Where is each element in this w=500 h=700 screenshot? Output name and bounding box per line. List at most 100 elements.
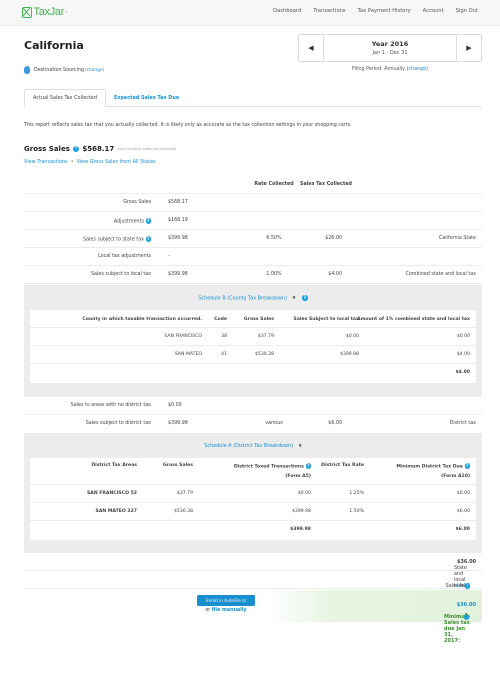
row-tax: $26.00	[325, 236, 342, 241]
schedule-a-panel: Schedule A (District Tax Breakdown) ▼ Di…	[24, 433, 482, 553]
taxjar-logo[interactable]: TaxJar ®	[22, 6, 67, 18]
row-note: Combined state and local tax	[405, 272, 476, 277]
view-all-states-link[interactable]: View Gross Sales from All States	[77, 159, 156, 165]
period-title: Year 2016	[371, 40, 409, 48]
district-row-subject: Sales subject to district tax $399.98 va…	[24, 415, 482, 433]
filing-period-change-link[interactable]: change	[408, 67, 426, 72]
gross-sales-links: View Transactions • View Gross Sales from …	[24, 159, 156, 165]
row-label: Sales subject to local tax	[91, 272, 151, 277]
payments-made-value[interactable]: $0.00	[456, 583, 470, 589]
total-district-taxed: $399.98	[290, 527, 311, 532]
schedule-b-panel: Schedule B (County Tax Breakdown) ▼ ? Co…	[24, 285, 482, 397]
table-row: SAN FRANCISCO 38 $37.79 $0.00 $0.00	[30, 328, 476, 346]
district-area: SAN FRANCISCO 52	[86, 491, 137, 496]
caret-down-icon[interactable]: ▼	[299, 443, 302, 448]
tab-actual-sales-tax-collected[interactable]: Actual Sales Tax Collected	[24, 89, 106, 107]
help-icon[interactable]: ?	[145, 218, 151, 224]
row-label: Adjustments ?	[114, 218, 151, 224]
help-icon[interactable]: ?	[463, 613, 469, 620]
gross-sales: $37.79	[257, 334, 274, 339]
tab-expected-sales-tax-due[interactable]: Expected Sales Tax Due	[106, 89, 187, 107]
taxjar-logo-icon	[22, 6, 32, 18]
county-header: County in which taxable transaction occu…	[82, 317, 202, 322]
summary-row-state-tax: Sales subject to state tax ? $399.98 6.5…	[24, 230, 482, 248]
combined-tax: $0.00	[456, 334, 470, 339]
sourcing-label: Destination Sourcing	[34, 68, 84, 73]
row-amount: $0.00	[168, 403, 182, 408]
filing-period: Filing Period: Annually (change)	[298, 67, 482, 72]
table-row: SAN FRANCISCO 52 $37.79 $0.00 1.25% $0.0…	[30, 485, 476, 503]
table-row: SAN MATEO 327 $530.38 $399.98 1.50% $6.0…	[30, 503, 476, 521]
filing-actions: Enroll in AutoFile ☑ or file manually Mi…	[24, 590, 482, 644]
table-row: SAN MATEO 41 $530.38 $399.98 $4.00	[30, 346, 476, 364]
enroll-autofile-button[interactable]: Enroll in AutoFile ☑	[197, 595, 255, 606]
previous-period-button[interactable]: ◀	[299, 35, 324, 61]
district-row-no-tax: Sales to areas with no district tax $0.0…	[24, 397, 482, 415]
gross-sales-note: (not including sales tax collected)	[117, 147, 177, 151]
help-icon[interactable]: ?	[72, 145, 80, 153]
row-amount: $568.17	[168, 200, 188, 205]
schedule-b-title: Schedule B (County Tax Breakdown) ▼ ?	[24, 295, 482, 301]
help-icon[interactable]: ?	[305, 463, 311, 469]
schedule-a-toggle[interactable]: Schedule A (District Tax Breakdown)	[204, 443, 293, 449]
gross-sales: $530.38	[255, 352, 274, 357]
row-amount: -	[168, 254, 170, 259]
form-a5-label: (Form A5)	[285, 474, 311, 479]
sales-subject-header: Sales Subject to local tax	[293, 317, 359, 322]
sales-subject: $0.00	[345, 334, 359, 339]
period-selector: ◀ Year 2016 Jan 1 - Dec 31 ▶	[298, 34, 482, 62]
gross-sales: $37.79	[176, 491, 193, 496]
gross-sales-header: Gross Sales	[243, 317, 274, 322]
file-manually-link[interactable]: file manually	[212, 608, 247, 613]
row-tax: $6.00	[328, 421, 342, 426]
row-label-text: Adjustments	[113, 219, 144, 225]
summary-row-gross-sales: Gross Sales $568.17	[24, 194, 482, 212]
file-manually-text: or file manually	[197, 608, 255, 613]
filing-period-label: Filing Period: Annually (	[352, 67, 409, 72]
sourcing-change-link[interactable]: (change)	[85, 68, 104, 73]
district-area: SAN MATEO 327	[95, 509, 137, 514]
district-taxed-header: District Taxed Transactions ?	[234, 463, 311, 469]
district-taxed-header-text: District Taxed Transactions	[233, 464, 304, 470]
schedule-b-table: County in which taxable transaction occu…	[30, 310, 476, 383]
destination-sourcing: Destination Sourcing (change)	[24, 65, 104, 74]
help-icon[interactable]: ?	[464, 463, 470, 469]
summary-row-local-adjustments: Local tax adjustments -	[24, 248, 482, 266]
nav-tax-payment-history[interactable]: Tax Payment History	[358, 8, 411, 14]
min-district-due: $0.00	[456, 491, 470, 496]
combined-tax: $4.00	[456, 352, 470, 357]
row-label: Sales subject to state tax ?	[83, 236, 151, 242]
period-display: Year 2016 Jan 1 - Dec 31	[324, 35, 456, 61]
view-transactions-link[interactable]: View Transactions	[24, 159, 68, 165]
help-icon[interactable]: ?	[302, 295, 308, 301]
caret-down-icon[interactable]: ▼	[293, 295, 296, 300]
nav-dashboard[interactable]: Dashboard	[273, 8, 301, 14]
gross-sales-heading: Gross Sales ? $568.17 (not including sal…	[24, 145, 176, 153]
nav-transactions[interactable]: Transactions	[313, 8, 345, 14]
minimum-due-banner: Minimum Sales tax due Jan 31, 2017: ? $36…	[267, 590, 482, 644]
row-amount: $168.19	[168, 218, 188, 223]
county-name: SAN FRANCISCO	[164, 334, 202, 339]
page-title: California	[24, 39, 84, 52]
row-label: Local tax adjustments	[98, 254, 151, 259]
county-name: SAN MATEO	[174, 352, 202, 357]
schedule-b-header-row: County in which taxable transaction occu…	[30, 310, 476, 328]
row-label: Sales subject to district tax	[85, 421, 151, 426]
help-icon[interactable]: ?	[145, 236, 151, 242]
schedule-a-title: Schedule A (District Tax Breakdown) ▼	[24, 443, 482, 449]
schedule-b-toggle[interactable]: Schedule B (County Tax Breakdown)	[198, 295, 287, 301]
row-label: Sales to areas with no district tax	[70, 403, 151, 408]
nav-sign-out[interactable]: Sign Out	[456, 8, 478, 14]
district-rate: 1.50%	[349, 509, 364, 514]
row-note: California State	[438, 236, 476, 241]
gross-sales-header: Gross Sales	[162, 463, 193, 468]
gross-sales-amount: $568.17	[82, 145, 115, 153]
triangle-right-icon: ▶	[466, 44, 472, 52]
nav-account[interactable]: Account	[423, 8, 444, 14]
min-district-due: $6.00	[456, 509, 470, 514]
minimum-due-value: $36.00	[456, 602, 476, 608]
summary-header-row: Rate Collected Sales Tax Collected	[24, 176, 482, 194]
schedule-b-total: $4.00	[455, 370, 470, 375]
sales-tax-collected-header: Sales Tax Collected	[300, 182, 352, 187]
next-period-button[interactable]: ▶	[456, 35, 481, 61]
